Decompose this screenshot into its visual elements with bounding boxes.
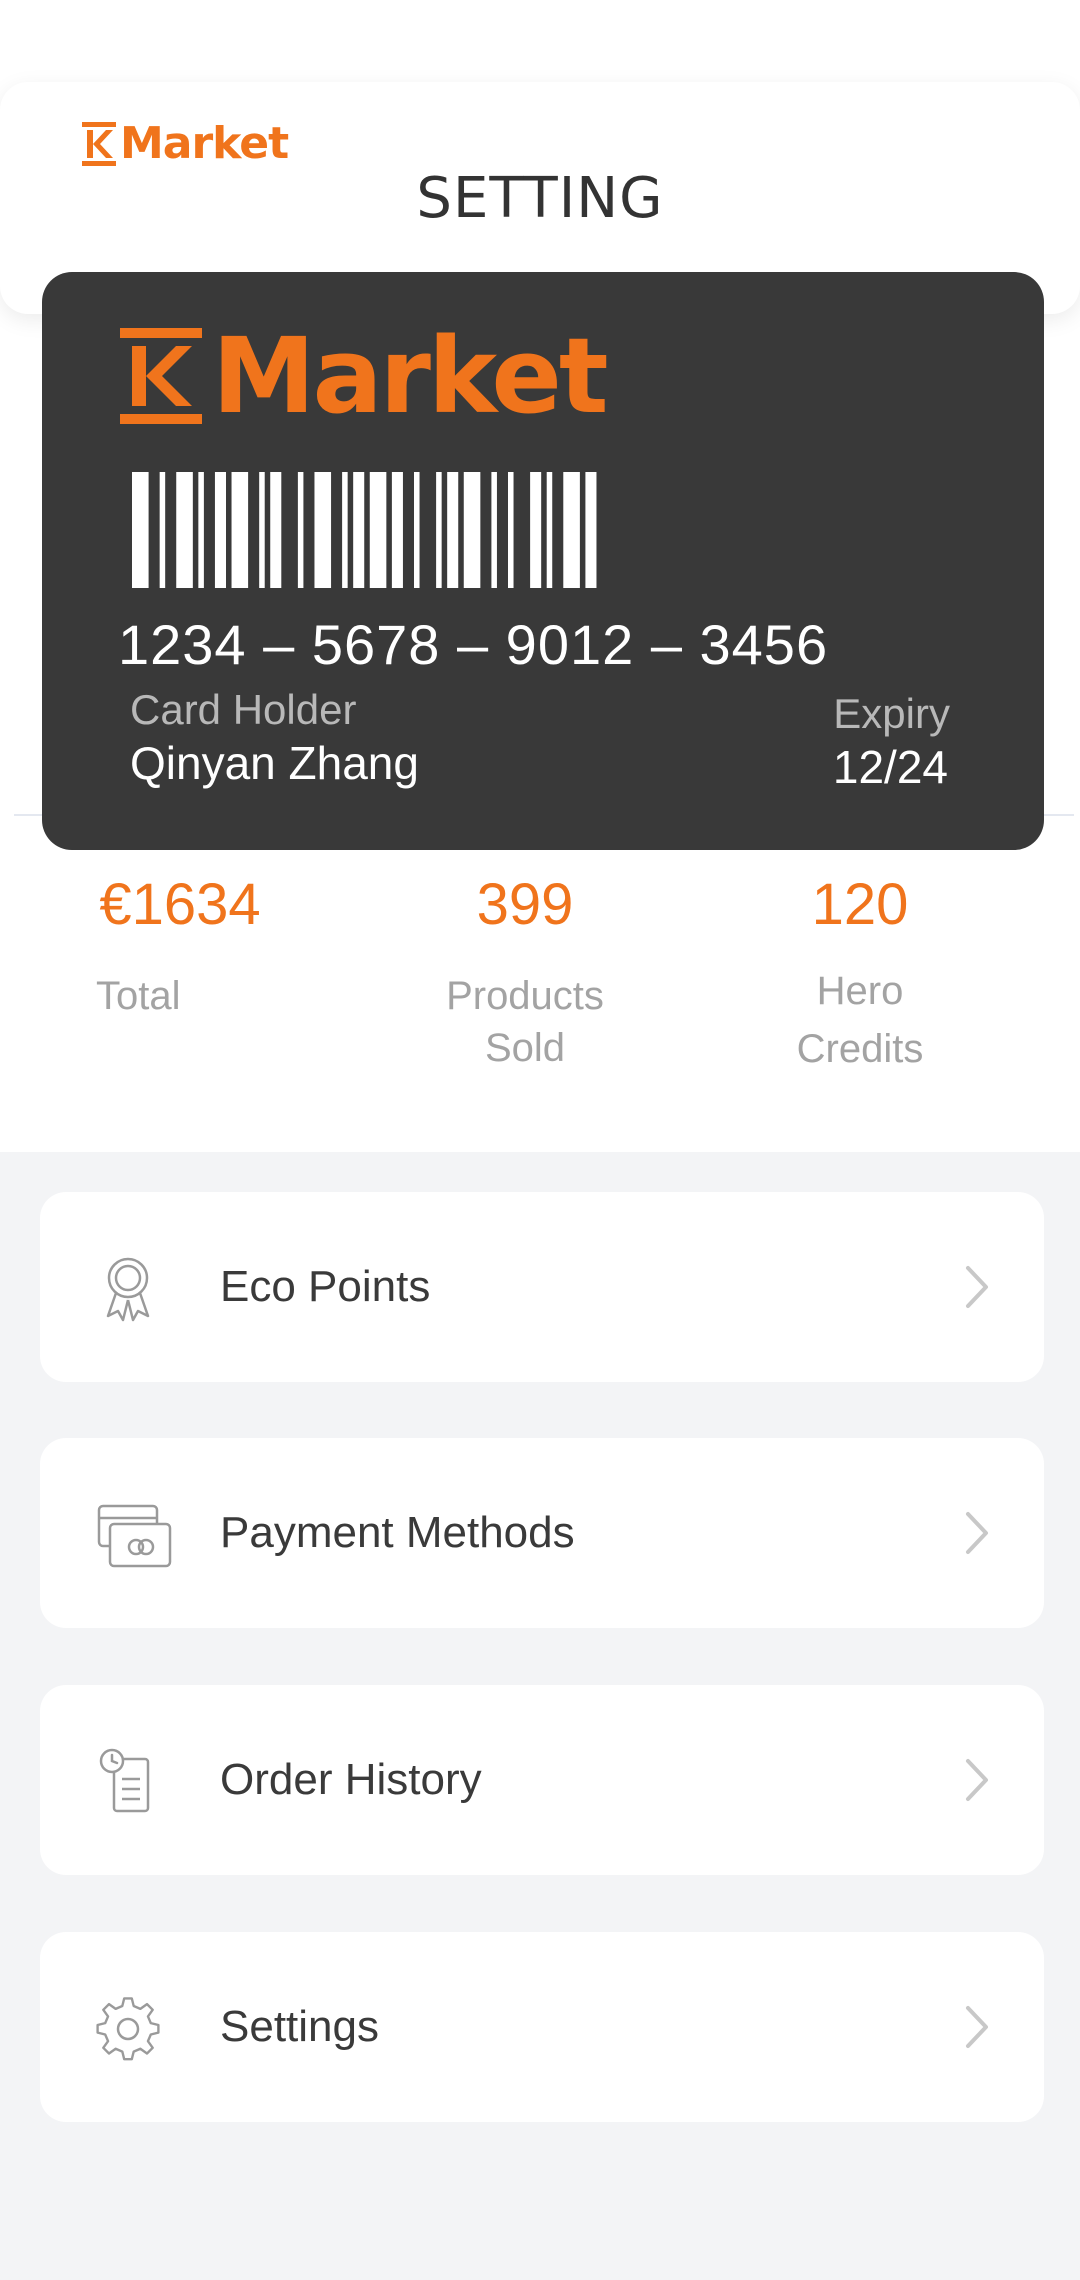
stat-products-value: 399 <box>476 872 574 937</box>
membership-card[interactable]: Market 1234 – 5678 – 9012 – 3456 Card Ho… <box>42 272 1044 850</box>
menu-item-label: Settings <box>220 2002 379 2051</box>
stat-credits-label-line1: Hero <box>816 969 904 1013</box>
gear-icon <box>96 1997 160 2061</box>
card-brand-name: Market <box>212 315 609 437</box>
stat-products-label: Products Sold <box>410 970 640 1074</box>
menu-item-label: Order History <box>220 1755 482 1804</box>
barcode-bar <box>198 472 204 588</box>
barcode-bar <box>563 472 580 588</box>
card-number: 1234 – 5678 – 9012 – 3456 <box>118 613 829 676</box>
barcode-bar <box>314 472 332 588</box>
stat-products-sold: 399 Products Sold <box>410 876 640 1074</box>
barcode-bar <box>447 472 459 588</box>
stat-credits-value: 120 <box>811 872 909 937</box>
barcode-bar <box>414 472 420 588</box>
brand-name: Market <box>120 118 289 169</box>
credit-card-icon <box>97 1504 172 1568</box>
card-holder-label: Card Holder <box>130 686 357 733</box>
stat-total-value: €1634 <box>99 872 261 937</box>
menu-item-order-history[interactable]: Order History <box>40 1685 1044 1875</box>
barcode-bar <box>231 472 249 588</box>
k-logo-icon <box>120 328 202 424</box>
barcode-bar <box>546 472 553 588</box>
stat-total-label: Total <box>96 974 181 1018</box>
menu-item-label: Payment Methods <box>220 1508 575 1557</box>
barcode-bar <box>259 472 265 588</box>
barcode-bar <box>353 472 365 588</box>
barcode-bar <box>436 472 442 588</box>
barcode-bar <box>342 472 348 588</box>
menu-item-payment-methods[interactable]: Payment Methods <box>40 1438 1044 1628</box>
stat-credits-label-line2: Credits <box>796 1027 924 1071</box>
stat-hero-credits: 120 Hero Credits <box>750 876 970 1078</box>
chevron-right-icon <box>966 1759 988 1801</box>
chevron-right-icon <box>966 2006 988 2048</box>
menu-item-label: Eco Points <box>220 1262 431 1311</box>
barcode-bar <box>132 472 149 588</box>
stat-credits-label: Hero Credits <box>750 962 970 1078</box>
barcode-bar <box>159 472 166 588</box>
barcode-bar <box>270 472 282 588</box>
barcode <box>132 472 597 588</box>
barcode-bar <box>491 472 497 588</box>
barcode-bar <box>585 472 597 588</box>
menu-item-settings[interactable]: Settings <box>40 1932 1044 2122</box>
barcode-bar <box>369 472 387 588</box>
barcode-bar <box>508 472 514 588</box>
stat-products-label-line2: Sold <box>484 1026 566 1070</box>
receipt-clock-icon <box>99 1748 150 1813</box>
kmarket-logo-small: Market <box>82 118 289 169</box>
stat-total: €1634 Total <box>80 876 280 1022</box>
barcode-bar <box>214 472 226 588</box>
barcode-bar <box>297 472 304 588</box>
expiry-value: 12/24 <box>832 741 948 793</box>
barcode-bar <box>176 472 193 588</box>
chevron-right-icon <box>966 1266 988 1308</box>
barcode-bar <box>391 472 403 588</box>
barcode-bar <box>530 472 542 588</box>
barcode-bar <box>463 472 481 588</box>
expiry-label: Expiry <box>833 690 950 737</box>
chevron-right-icon <box>966 1512 988 1554</box>
page-title: SETTING <box>416 166 664 231</box>
kmarket-logo-large: Market <box>120 315 609 437</box>
k-logo-icon <box>82 121 116 166</box>
stat-products-label-line1: Products <box>446 974 604 1018</box>
menu-item-eco-points[interactable]: Eco Points <box>40 1192 1044 1382</box>
card-holder-name: Qinyan Zhang <box>130 737 419 789</box>
award-icon <box>106 1257 150 1322</box>
